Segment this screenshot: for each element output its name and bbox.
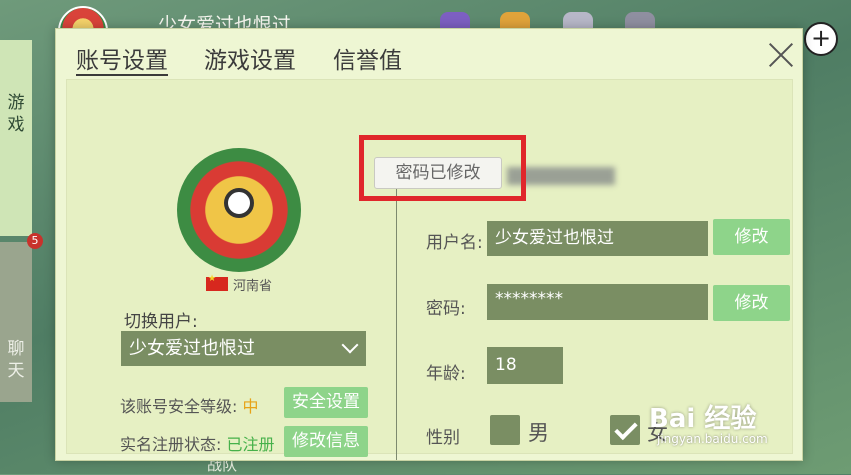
edit-info-button[interactable]: 修改信息: [284, 426, 368, 457]
chevron-down-icon: [341, 336, 359, 354]
side-tab-chat-label: 聊 天: [7, 339, 25, 381]
china-flag-icon: [206, 274, 228, 291]
side-tab-game-label: 游 戏: [7, 93, 25, 135]
switch-user-select[interactable]: 少女爱过也恨过: [121, 331, 366, 366]
tab-account-settings[interactable]: 账号设置: [76, 41, 168, 75]
security-settings-button[interactable]: 安全设置: [284, 387, 368, 418]
password-field[interactable]: ********: [487, 284, 708, 320]
edit-username-button[interactable]: 修改: [713, 219, 790, 255]
settings-dialog: 账号设置 游戏设置 信誉值 河南省 切换用户: 少女爱过也恨过 该账号安全等级:…: [55, 28, 803, 461]
profile-avatar[interactable]: [177, 148, 301, 272]
username-field[interactable]: 少女爱过也恨过: [487, 221, 708, 256]
realname-label: 实名注册状态:: [120, 435, 222, 454]
close-icon[interactable]: [765, 39, 797, 71]
realname-status: 已注册: [226, 435, 275, 454]
password-label: 密码:: [426, 299, 466, 319]
security-level-label: 该账号安全等级:: [120, 397, 238, 416]
gender-label: 性别: [426, 428, 460, 448]
province-label: 河南省: [233, 279, 273, 294]
tab-game-settings[interactable]: 游戏设置: [204, 41, 296, 75]
username-label: 用户名:: [426, 233, 483, 253]
switch-user-label: 切换用户:: [124, 312, 198, 332]
security-level-value: 中: [242, 397, 259, 416]
baidu-watermark: Bai 经验: [649, 404, 757, 434]
age-field[interactable]: 18: [487, 347, 563, 384]
column-divider: [396, 188, 397, 460]
gender-male-label: 男: [528, 421, 549, 445]
security-level-row: 该账号安全等级: 中: [120, 393, 259, 417]
switch-user-value: 少女爱过也恨过: [129, 338, 255, 359]
gender-female-checkbox[interactable]: [610, 415, 640, 445]
side-tab-game[interactable]: 游 戏: [0, 40, 32, 236]
side-tab-chat[interactable]: 聊 天: [0, 242, 32, 402]
avatar-eye: [224, 188, 254, 218]
gender-male-checkbox[interactable]: [490, 415, 520, 445]
highlight-box: [359, 135, 526, 201]
age-label: 年龄:: [426, 364, 466, 384]
tab-reputation[interactable]: 信誉值: [333, 41, 402, 75]
realname-row: 实名注册状态: 已注册: [120, 431, 275, 455]
chat-badge: 5: [27, 233, 43, 249]
baidu-watermark-url: jingyan.baidu.com: [657, 432, 768, 446]
edit-password-button[interactable]: 修改: [713, 285, 790, 321]
add-icon[interactable]: +: [804, 22, 838, 56]
